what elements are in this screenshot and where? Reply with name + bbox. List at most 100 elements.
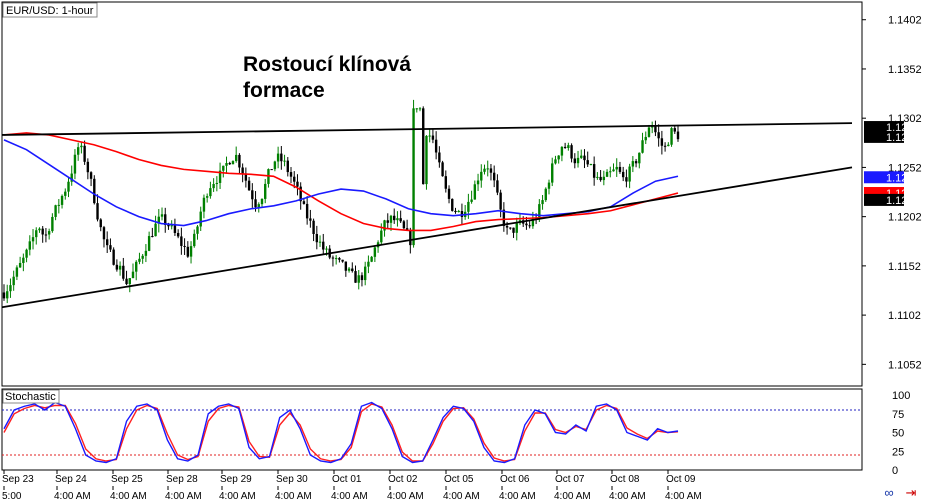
candle-body: [270, 169, 273, 171]
candle-body: [309, 218, 312, 221]
price-tick-label: 1.1152: [888, 261, 921, 273]
stochastic-panel-frame: [1, 388, 863, 471]
chart-title: EUR/USD: 1-hour: [6, 5, 94, 17]
candle-body: [605, 171, 609, 177]
date-label: Oct 02: [388, 474, 418, 485]
candle-body: [673, 128, 676, 132]
candle-body: [393, 215, 396, 221]
candle-body: [125, 278, 128, 285]
candle-body: [167, 224, 170, 227]
candle-body: [441, 162, 444, 177]
candle-body: [592, 164, 596, 178]
candle-body: [115, 264, 119, 270]
candle-body: [357, 275, 360, 283]
candle-body: [215, 182, 219, 185]
candle-body: [515, 223, 518, 233]
candle-body: [602, 176, 606, 181]
candle-body: [444, 176, 448, 189]
candle-body: [341, 259, 344, 262]
candle-body: [492, 172, 496, 181]
candle-body: [41, 228, 44, 235]
close-icon[interactable]: ⇥: [903, 486, 919, 499]
candle-body: [60, 195, 64, 205]
date-label: Sep 29: [220, 474, 252, 485]
candle-body: [367, 261, 370, 267]
candle-body: [467, 201, 470, 212]
candle-body: [386, 220, 389, 223]
candle-body: [586, 160, 589, 165]
candle-body: [183, 245, 186, 247]
candle-body: [128, 278, 131, 285]
price-panel-frame: [1, 1, 863, 387]
candle-body: [305, 203, 309, 219]
stochastic-tick-label: 75: [892, 409, 904, 421]
candle-body: [451, 198, 454, 211]
candle-body: [438, 152, 441, 163]
candle-body: [170, 225, 173, 227]
candle-body: [28, 241, 31, 250]
candle-body: [247, 180, 251, 191]
candle-body: [199, 211, 202, 227]
price-tick-label: 1.1202: [888, 212, 922, 224]
candle-body: [80, 145, 83, 148]
time-label: 4:00 AM: [499, 491, 536, 502]
candle-body: [576, 157, 580, 164]
candle-body: [470, 199, 473, 202]
annotation-text: Rostoucí klínová: [243, 53, 411, 76]
candle-body: [547, 182, 551, 189]
date-label: Sep 23: [2, 474, 34, 485]
candle-body: [670, 128, 673, 145]
candle-body: [322, 241, 325, 250]
candle-body: [89, 172, 93, 179]
stochastic-tick-label: 0: [892, 465, 898, 477]
date-label: Oct 09: [666, 474, 696, 485]
candle-body: [541, 200, 544, 205]
candle-body: [234, 154, 238, 162]
candle-body: [641, 140, 644, 153]
candle-body: [257, 204, 260, 208]
candle-body: [363, 266, 367, 281]
candle-body: [660, 138, 664, 146]
link-icon[interactable]: ∞: [881, 486, 897, 499]
time-label: 4:00 AM: [275, 491, 312, 502]
candle-body: [457, 211, 460, 213]
candle-body: [370, 256, 373, 262]
candle-body: [554, 159, 557, 164]
candle-body: [289, 172, 293, 177]
candle-body: [628, 166, 631, 182]
candle-body: [544, 188, 547, 201]
candle-body: [354, 271, 357, 283]
candle-body: [447, 188, 451, 199]
price-tag-label: 1.1283: [886, 132, 920, 144]
candle-body: [538, 204, 541, 220]
chart-canvas: 1.14021.13521.13021.12521.12021.11521.11…: [1, 1, 922, 502]
date-label: Sep 30: [276, 474, 308, 485]
time-label: 4:00 AM: [554, 491, 591, 502]
candle-body: [212, 184, 215, 189]
candle-body: [228, 163, 231, 165]
time-label: 5:00: [2, 491, 22, 502]
candle-body: [225, 163, 228, 166]
time-label: 4:00 AM: [387, 491, 424, 502]
candle-body: [325, 248, 328, 250]
candle-body: [102, 227, 106, 240]
candle-body: [315, 233, 319, 243]
candle-body: [338, 258, 341, 260]
candle-body: [396, 218, 399, 221]
candle-body: [276, 153, 280, 162]
candle-body: [473, 184, 477, 200]
candle-body: [312, 220, 315, 234]
candle-body: [551, 163, 554, 183]
candle-body: [496, 180, 499, 193]
candle-body: [422, 108, 425, 185]
candle-body: [196, 226, 199, 234]
candle-body: [44, 234, 48, 236]
candle-body: [173, 225, 177, 233]
candle-body: [293, 176, 296, 182]
candle-body: [251, 190, 254, 200]
candle-body: [599, 176, 602, 181]
candle-body: [264, 183, 267, 199]
candle-body: [25, 249, 28, 258]
candle-body: [189, 246, 193, 257]
candle-body: [154, 223, 157, 237]
